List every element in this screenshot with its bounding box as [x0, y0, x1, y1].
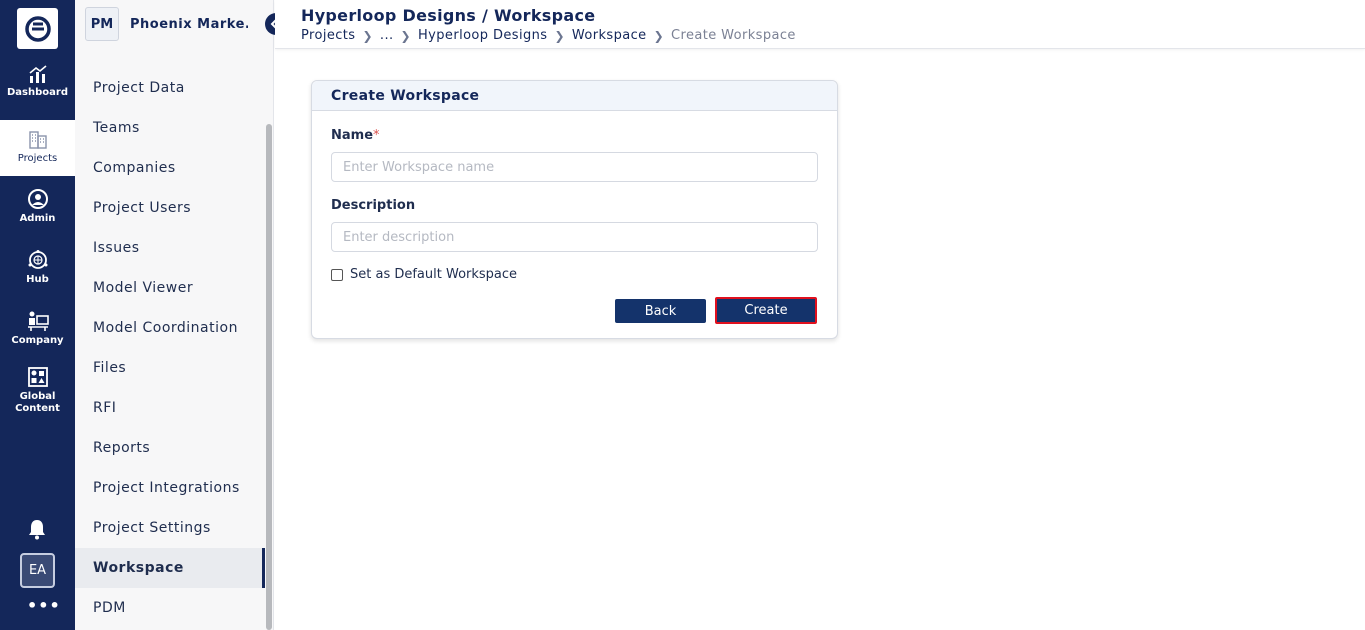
- sidebar-item-teams[interactable]: Teams: [75, 108, 265, 148]
- create-button[interactable]: Create: [715, 297, 817, 324]
- rail-item-dashboard[interactable]: Dashboard: [0, 64, 75, 108]
- card-title: Create Workspace: [312, 81, 837, 111]
- user-circle-icon: [27, 189, 48, 209]
- sidebar-item-model-viewer[interactable]: Model Viewer: [75, 268, 265, 308]
- rail-label-admin: Admin: [19, 213, 56, 224]
- default-workspace-label: Set as Default Workspace: [350, 267, 518, 282]
- chevron-right-icon: ❯: [554, 28, 565, 43]
- sidebar-item-companies[interactable]: Companies: [75, 148, 265, 188]
- sidebar-item-project-integrations[interactable]: Project Integrations: [75, 468, 265, 508]
- globe-hub-icon: [28, 250, 47, 269]
- workspace-name-input[interactable]: [331, 152, 818, 182]
- rail-item-global-content[interactable]: Global Content: [0, 366, 75, 416]
- breadcrumb-hyperloop-designs[interactable]: Hyperloop Designs: [418, 28, 547, 43]
- rail-label-dashboard: Dashboard: [7, 87, 68, 98]
- more-menu-button[interactable]: •••: [27, 596, 61, 615]
- project-nav: Project Data Teams Companies Project Use…: [75, 68, 265, 628]
- rail-label-global-content: Global Content: [15, 391, 60, 414]
- rail-item-hub[interactable]: Hub: [0, 249, 75, 293]
- sidebar-item-project-users[interactable]: Project Users: [75, 188, 265, 228]
- page-title: Hyperloop Designs / Workspace: [301, 6, 596, 25]
- chevron-right-icon: ❯: [362, 28, 373, 43]
- sidebar-item-reports[interactable]: Reports: [75, 428, 265, 468]
- sidebar-item-workspace[interactable]: Workspace: [75, 548, 265, 588]
- rail-label-company: Company: [11, 335, 64, 346]
- sidebar-item-pdm[interactable]: PDM: [75, 588, 265, 628]
- sidebar-item-model-coordination[interactable]: Model Coordination: [75, 308, 265, 348]
- notifications-button[interactable]: [27, 518, 47, 544]
- rail-item-admin[interactable]: Admin: [0, 188, 75, 232]
- project-selector[interactable]: PM Phoenix Marke...: [75, 0, 274, 48]
- rail-item-company[interactable]: Company: [0, 310, 75, 354]
- sidebar-scrollbar[interactable]: [266, 124, 272, 630]
- grid-content-icon: [27, 367, 48, 387]
- chart-icon: [28, 65, 47, 83]
- sidebar-item-rfi[interactable]: RFI: [75, 388, 265, 428]
- name-label: Name*: [331, 128, 380, 143]
- breadcrumb-workspace[interactable]: Workspace: [572, 28, 647, 43]
- back-button[interactable]: Back: [615, 299, 706, 323]
- bell-icon: [29, 520, 45, 540]
- project-name: Phoenix Marke...: [130, 16, 248, 32]
- buildings-icon: [28, 131, 47, 149]
- chevron-right-icon: ❯: [653, 28, 665, 43]
- project-sidebar: PM Phoenix Marke... Project Data Teams C…: [75, 0, 274, 630]
- required-mark: *: [373, 128, 380, 143]
- sidebar-item-files[interactable]: Files: [75, 348, 265, 388]
- chevron-right-icon: ❯: [400, 28, 411, 43]
- sidebar-item-issues[interactable]: Issues: [75, 228, 265, 268]
- checkbox-box[interactable]: [331, 268, 343, 281]
- create-workspace-card: Create Workspace Name* Description Set a…: [311, 80, 838, 339]
- breadcrumb: Projects ❯ ... ❯ Hyperloop Designs ❯ Wor…: [301, 28, 796, 43]
- description-input[interactable]: [331, 222, 818, 252]
- logo-icon: [24, 15, 51, 42]
- page-header: Hyperloop Designs / Workspace Projects ❯…: [275, 0, 1365, 49]
- app-logo[interactable]: [17, 8, 58, 49]
- rail-label-hub: Hub: [26, 274, 49, 285]
- sidebar-item-project-data[interactable]: Project Data: [75, 68, 265, 108]
- user-avatar[interactable]: EA: [20, 553, 55, 588]
- company-icon: [27, 311, 49, 331]
- breadcrumb-create-workspace: Create Workspace: [671, 28, 796, 43]
- default-workspace-checkbox[interactable]: Set as Default Workspace: [331, 267, 517, 282]
- project-initials: PM: [85, 7, 119, 41]
- breadcrumb-projects[interactable]: Projects: [301, 28, 355, 43]
- rail-item-projects[interactable]: Projects: [0, 120, 75, 176]
- rail-label-projects: Projects: [17, 153, 58, 164]
- app-rail: Dashboard Projects Admin Hub Company Glo…: [0, 0, 75, 630]
- sidebar-item-project-settings[interactable]: Project Settings: [75, 508, 265, 548]
- description-label: Description: [331, 198, 416, 213]
- name-label-text: Name: [331, 128, 374, 143]
- breadcrumb-ellipsis[interactable]: ...: [380, 28, 394, 43]
